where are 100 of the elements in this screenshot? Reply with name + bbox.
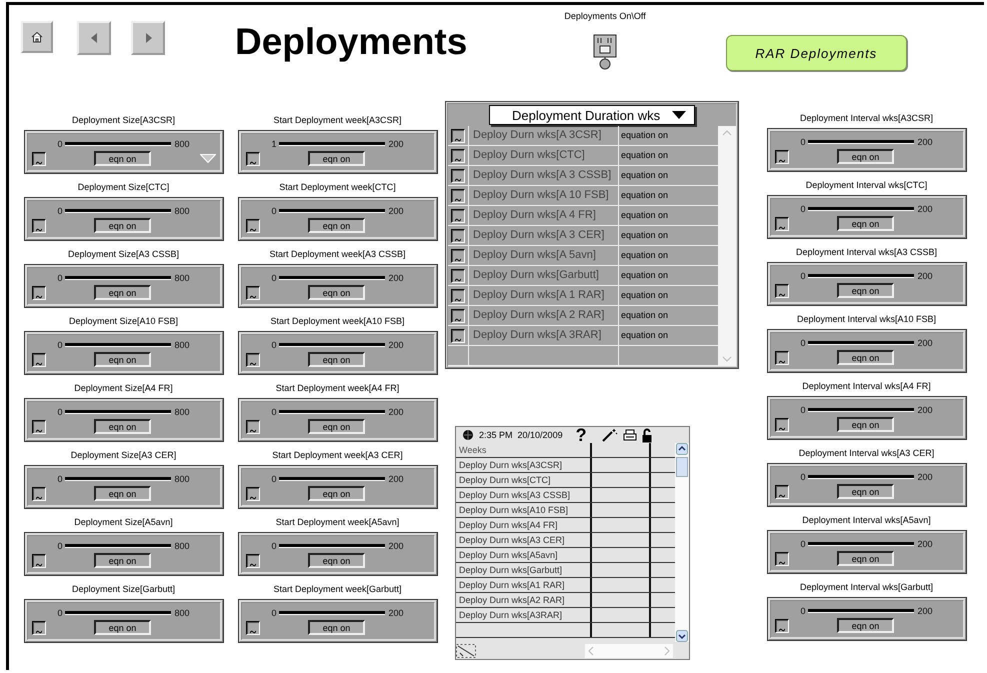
graph-button[interactable] [32, 352, 46, 366]
graph-button[interactable] [246, 420, 260, 434]
graph-button[interactable] [32, 218, 46, 232]
eqn-button[interactable]: eqn on [836, 484, 894, 499]
graph-button[interactable] [246, 286, 260, 300]
eqn-button[interactable]: eqn on [94, 285, 152, 300]
slider-track[interactable] [808, 206, 914, 210]
slider-track[interactable] [65, 544, 172, 548]
graph-button[interactable] [32, 486, 46, 500]
forward-button[interactable] [131, 21, 165, 55]
eqn-button[interactable]: eqn on [836, 551, 894, 566]
eqn-button[interactable]: eqn on [308, 486, 366, 501]
graph-button[interactable] [774, 552, 788, 566]
graph-button[interactable] [246, 554, 260, 568]
graph-button[interactable] [451, 148, 465, 162]
slider-track[interactable] [65, 410, 172, 414]
printer-icon[interactable] [622, 429, 637, 441]
slider-track[interactable] [65, 208, 172, 212]
wand-icon[interactable] [602, 428, 618, 442]
slider-track[interactable] [65, 276, 172, 280]
eqn-button[interactable]: eqn on [94, 486, 152, 501]
scroll-down-icon[interactable] [676, 630, 688, 642]
eqn-button[interactable]: eqn on [308, 218, 366, 233]
graph-button[interactable] [451, 248, 465, 262]
graph-button[interactable] [774, 484, 788, 498]
slider-track[interactable] [279, 276, 386, 280]
graph-button[interactable] [774, 350, 788, 364]
slider-track[interactable] [65, 476, 172, 480]
eqn-button[interactable]: eqn on [836, 149, 894, 164]
graph-button[interactable] [451, 228, 465, 242]
graph-button[interactable] [246, 218, 260, 232]
slider-track[interactable] [808, 608, 914, 612]
eqn-button[interactable]: eqn on [94, 553, 152, 568]
slider-track[interactable] [279, 610, 386, 614]
slider-track[interactable] [65, 142, 172, 146]
slider-track[interactable] [65, 610, 172, 614]
slider-track[interactable] [279, 208, 386, 212]
slider-track[interactable] [808, 140, 914, 144]
slider-track[interactable] [808, 274, 914, 278]
triangle-icon[interactable] [200, 154, 216, 163]
eqn-button[interactable]: eqn on [836, 618, 894, 633]
eqn-button[interactable]: eqn on [94, 419, 152, 434]
home-button[interactable] [21, 21, 53, 53]
graph-button[interactable] [451, 308, 465, 322]
slider-track[interactable] [279, 410, 386, 414]
graph-button[interactable] [774, 284, 788, 298]
toggle-switch-icon[interactable] [593, 34, 618, 70]
eqn-button[interactable]: eqn on [94, 352, 152, 367]
graph-button[interactable] [246, 486, 260, 500]
graph-button[interactable] [32, 286, 46, 300]
graph-button[interactable] [32, 420, 46, 434]
slider-track[interactable] [65, 342, 172, 346]
slider-track[interactable] [279, 142, 386, 146]
back-button[interactable] [77, 21, 111, 55]
scroll-thumb[interactable] [676, 457, 688, 477]
scrollbar[interactable] [675, 443, 689, 642]
graph-button[interactable] [451, 328, 465, 342]
eqn-button[interactable]: eqn on [836, 283, 894, 298]
graph-button[interactable] [774, 150, 788, 164]
eqn-button[interactable]: eqn on [308, 285, 366, 300]
slider-track[interactable] [808, 408, 914, 412]
eqn-button[interactable]: eqn on [308, 553, 366, 568]
slider-track[interactable] [808, 340, 914, 344]
slider-track[interactable] [808, 474, 914, 478]
slider-track[interactable] [279, 476, 386, 480]
eqn-button[interactable]: eqn on [836, 216, 894, 231]
graph-button[interactable] [32, 152, 46, 166]
graph-button[interactable] [774, 618, 788, 632]
graph-button[interactable] [246, 152, 260, 166]
resize-icon[interactable] [456, 644, 476, 658]
graph-button[interactable] [32, 620, 46, 634]
eqn-button[interactable]: eqn on [308, 151, 366, 166]
graph-button[interactable] [451, 168, 465, 182]
eqn-button[interactable]: eqn on [308, 352, 366, 367]
slider-track[interactable] [808, 542, 914, 546]
graph-button[interactable] [774, 216, 788, 230]
eqn-button[interactable]: eqn on [94, 218, 152, 233]
lock-icon[interactable] [642, 428, 652, 442]
eqn-button[interactable]: eqn on [308, 419, 366, 434]
graph-button[interactable] [774, 418, 788, 432]
slider-track[interactable] [279, 544, 386, 548]
graph-button[interactable] [451, 288, 465, 302]
graph-button[interactable] [451, 268, 465, 282]
eqn-button[interactable]: eqn on [836, 350, 894, 365]
eqn-button[interactable]: eqn on [94, 620, 152, 635]
globe-icon[interactable] [462, 429, 474, 441]
graph-button[interactable] [246, 352, 260, 366]
help-button[interactable]: ? [576, 427, 587, 443]
graph-button[interactable] [451, 188, 465, 202]
eqn-button[interactable]: eqn on [308, 620, 366, 635]
eqn-button[interactable]: eqn on [836, 417, 894, 432]
scroll-up-icon[interactable] [676, 443, 688, 455]
graph-button[interactable] [32, 554, 46, 568]
graph-button[interactable] [451, 128, 465, 142]
slider-track[interactable] [279, 342, 386, 346]
graph-button[interactable] [246, 620, 260, 634]
eqn-button[interactable]: eqn on [94, 151, 152, 166]
graph-button[interactable] [451, 208, 465, 222]
duration-dropdown[interactable]: Deployment Duration wks [489, 105, 695, 125]
rar-deployments-button[interactable]: RAR Deployments [726, 35, 907, 71]
